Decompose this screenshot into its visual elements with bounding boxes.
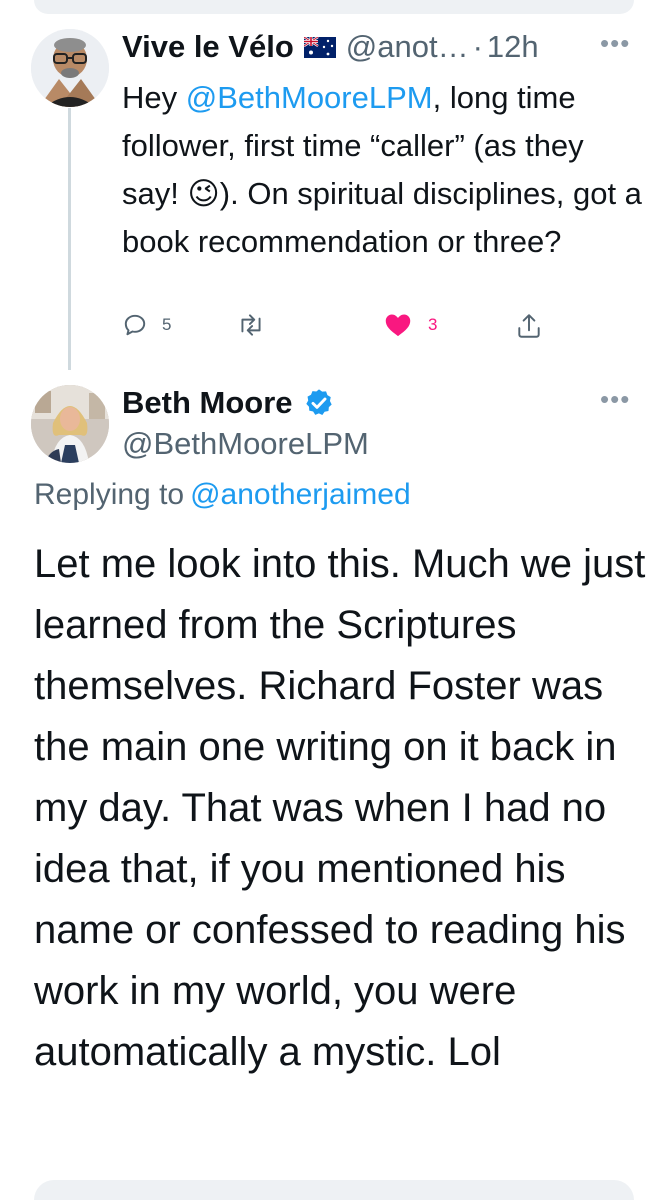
reply-author-handle[interactable]: @anot… bbox=[346, 29, 469, 65]
separator-dot: · bbox=[472, 29, 483, 64]
share-button[interactable] bbox=[516, 312, 542, 340]
more-dots-icon[interactable]: ••• bbox=[600, 30, 630, 56]
replying-to-label: Replying to bbox=[34, 478, 185, 511]
like-count: 3 bbox=[428, 315, 438, 334]
verified-badge-icon bbox=[303, 387, 335, 419]
reply-button[interactable]: 5 bbox=[122, 312, 171, 338]
reply-input-edge[interactable] bbox=[34, 1180, 634, 1200]
reply-tweet-text: Hey @BethMooreLPM, long time follower, f… bbox=[122, 74, 642, 266]
tweet-action-bar: 5 3 bbox=[122, 312, 562, 348]
replying-to-line: Replying to @anotherjaimed bbox=[34, 478, 411, 512]
like-button[interactable]: 3 bbox=[384, 312, 437, 338]
reply-author-name[interactable]: Vive le Vélo bbox=[122, 29, 294, 65]
mention-link[interactable]: @BethMooreLPM bbox=[186, 80, 433, 115]
main-author-handle[interactable]: @BethMooreLPM bbox=[122, 426, 369, 462]
replying-to-mention[interactable]: @anotherjaimed bbox=[190, 478, 411, 511]
reply-count: 5 bbox=[162, 315, 172, 334]
share-icon bbox=[518, 314, 540, 338]
main-tweet-header: Beth Moore bbox=[122, 383, 335, 423]
memoji-avatar-icon bbox=[31, 29, 109, 107]
more-dots-icon[interactable]: ••• bbox=[600, 386, 630, 412]
retweet-button[interactable] bbox=[236, 312, 280, 338]
heart-filled-icon bbox=[385, 314, 411, 337]
reply-icon bbox=[124, 314, 146, 336]
previous-tweet-edge bbox=[34, 0, 634, 14]
retweet-icon bbox=[241, 314, 261, 336]
tweet-timestamp[interactable]: 12h bbox=[487, 29, 539, 65]
thread-connector-line bbox=[68, 108, 71, 370]
reply-text-prefix: Hey bbox=[122, 80, 186, 115]
main-author-name[interactable]: Beth Moore bbox=[122, 385, 293, 421]
australia-flag-icon bbox=[303, 35, 336, 58]
main-tweet-text: Let me look into this. Much we just lear… bbox=[34, 542, 646, 1074]
avatar[interactable] bbox=[31, 29, 109, 107]
reply-tweet-header: Vive le Vélo @anot… · 12h bbox=[122, 27, 539, 67]
profile-photo-icon bbox=[31, 385, 109, 463]
avatar[interactable] bbox=[31, 385, 109, 463]
